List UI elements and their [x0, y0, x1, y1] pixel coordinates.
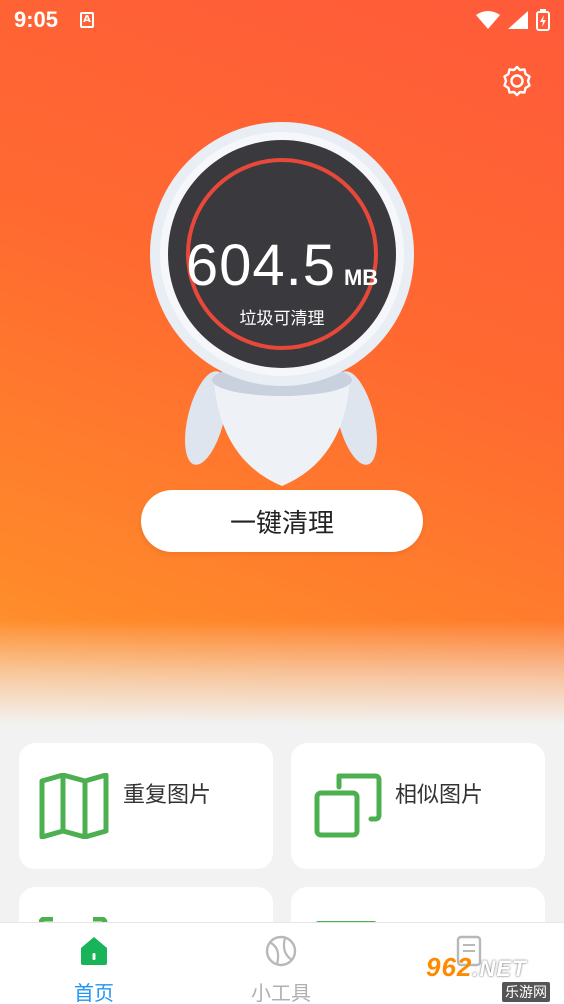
junk-size-value: 604.5 [185, 233, 336, 298]
notification-app-icon: A [80, 12, 95, 28]
watermark-sub: 乐游网 [502, 982, 550, 1002]
battery-icon [536, 9, 550, 31]
wifi-icon [476, 11, 500, 29]
junk-size-unit: MB [343, 265, 379, 290]
nav-home-label: 首页 [74, 981, 114, 1004]
card-similar-images-label: 相似图片 [395, 783, 484, 808]
junk-label: 垃圾可清理 [239, 309, 325, 329]
one-click-clean-button[interactable]: 一键清理 [141, 490, 423, 552]
card-duplicate-images[interactable]: 重复图片 [19, 743, 273, 869]
map-icon [39, 773, 109, 839]
hero-fade [0, 620, 564, 725]
settings-gear-icon[interactable] [500, 64, 534, 98]
nav-tools-label: 小工具 [251, 981, 311, 1004]
nav-tools[interactable]: 小工具 [221, 923, 341, 1004]
junk-size: 604.5 MB [150, 232, 414, 299]
home-icon [81, 937, 107, 965]
card-duplicate-images-label: 重复图片 [123, 783, 212, 808]
watermark-brand: 962.NET [426, 952, 527, 982]
signal-icon [508, 11, 528, 29]
card-similar-images[interactable]: 相似图片 [291, 743, 545, 869]
status-bar: 9:05 A [0, 0, 564, 40]
copy-icon [314, 773, 382, 838]
nav-home[interactable]: 首页 [34, 923, 154, 1004]
watermark-962: 962.NET 乐游网 [426, 952, 560, 1002]
ball-icon [265, 935, 297, 967]
status-time: 9:05 [14, 7, 59, 32]
